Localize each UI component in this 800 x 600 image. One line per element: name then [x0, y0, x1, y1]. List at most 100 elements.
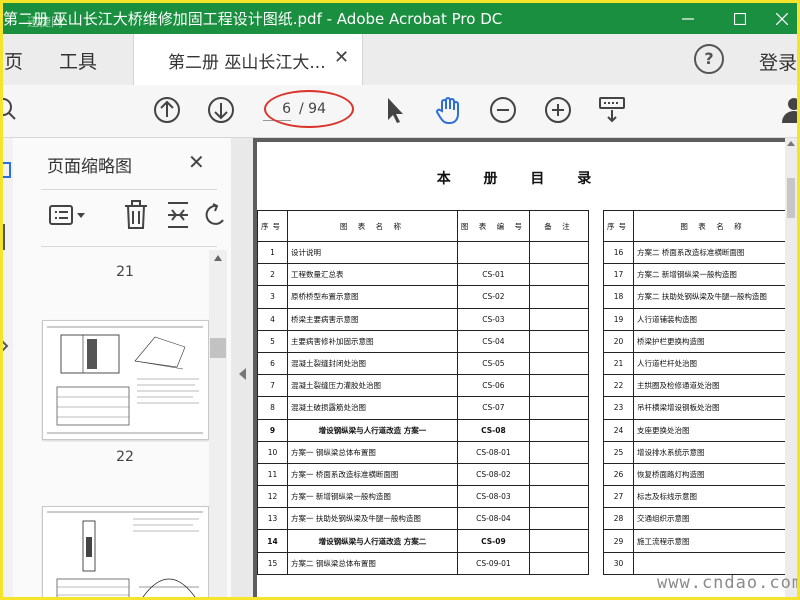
row-note: [528, 329, 590, 353]
panel-title: 页面缩略图: [47, 157, 132, 177]
row-number: 27: [603, 485, 634, 509]
row-note: [528, 307, 590, 331]
thumbnail-page[interactable]: [42, 506, 209, 597]
row-code: CS-08-02: [456, 462, 530, 487]
row-number: 20: [603, 329, 634, 353]
row-title: 主要病害修补加固示意图: [287, 329, 458, 353]
maximize-icon: [734, 12, 746, 25]
panel-divider-2: [41, 246, 217, 247]
row-number: 25: [603, 440, 634, 464]
thumbnail-drawing: [47, 511, 203, 597]
delete-page-icon[interactable]: [123, 200, 149, 230]
thumbnail-drawing: [47, 326, 203, 434]
contents-table-left: 序号 图 表 名 称 图 表 编 号 备 注 1 设计说明 2 工程数量汇总表 CS-0…: [257, 210, 590, 575]
app-window: 第二册 巫山长江大桥维修加固工程设计图纸.pdf - Adobe Acrobat…: [0, 0, 800, 600]
table-row: 18 方案二 扶助处钢纵梁及牛腿一般构造图: [603, 285, 793, 309]
select-cursor-icon[interactable]: [380, 95, 410, 125]
table-row: 25 增设排水系统示意图: [603, 440, 793, 464]
account-icon[interactable]: [779, 95, 800, 125]
panel-collapse-handle[interactable]: [231, 138, 253, 597]
zoom-out-icon[interactable]: [488, 95, 518, 125]
row-number: 11: [257, 462, 288, 487]
tab-tools[interactable]: 工具: [59, 47, 97, 74]
table-row: 24 支座更换处治图: [603, 418, 793, 442]
row-title: 方案二 扶助处钢纵梁及牛腿一般构造图: [633, 285, 793, 309]
row-number: 15: [257, 551, 288, 575]
hand-tool-icon[interactable]: [433, 95, 463, 125]
thumbnail-scroll-thumb[interactable]: [210, 338, 226, 358]
page-number-input[interactable]: [263, 98, 291, 121]
row-number: 4: [257, 307, 288, 331]
watermark-top: 迅捷网: [27, 15, 64, 29]
tab-home[interactable]: 主页: [3, 47, 23, 74]
row-note: [528, 529, 590, 553]
login-link[interactable]: 登录: [759, 48, 797, 75]
row-number: 16: [603, 240, 634, 265]
row-number: 22: [603, 374, 634, 398]
zoom-in-icon[interactable]: [543, 95, 573, 125]
table-row: 26 恢复桥面路灯构造图: [603, 462, 793, 487]
keyboard-icon[interactable]: [597, 95, 627, 125]
table-row: 1 设计说明: [257, 240, 590, 265]
header-seq: 序号: [603, 210, 634, 242]
maximize-button[interactable]: [717, 3, 763, 34]
pages-nav-icon[interactable]: [0, 162, 13, 180]
row-title: 人行道栏杆处治图: [633, 351, 793, 376]
tab-document[interactable]: 第二册 巫山长江大... ✕: [133, 34, 363, 85]
row-title: 原桥桥型布置示意图: [287, 285, 458, 309]
row-code: CS-08: [456, 418, 530, 442]
tab-bar: 主页 工具 第二册 巫山长江大... ✕ ? 登录: [3, 34, 797, 86]
row-title: 混凝土裂缝封闭处治图: [287, 351, 458, 376]
row-number: 10: [257, 440, 288, 464]
close-tab-icon[interactable]: ✕: [334, 47, 349, 68]
title-bar: 第二册 巫山长江大桥维修加固工程设计图纸.pdf - Adobe Acrobat…: [3, 3, 797, 34]
thumbnail-options-icon[interactable]: [49, 204, 89, 228]
row-number: 1: [257, 240, 288, 265]
scroll-up-icon[interactable]: [213, 254, 223, 262]
row-number: 30: [603, 551, 634, 575]
thumbnail-page[interactable]: [42, 320, 209, 440]
document-scroll-thumb[interactable]: [787, 178, 795, 218]
row-title: 增设排水系统示意图: [633, 440, 793, 464]
row-number: 8: [257, 396, 288, 420]
table-row: 27 标志及标线示意图: [603, 485, 793, 509]
row-title: 吊杆横梁增设钢板处治图: [633, 396, 793, 420]
row-number: 21: [603, 351, 634, 376]
row-code: CS-01: [456, 263, 530, 287]
document-scrollbar[interactable]: [785, 138, 797, 597]
panel-divider: [41, 189, 217, 190]
extract-page-icon[interactable]: [165, 201, 191, 229]
table-row: 21 人行道栏杆处治图: [603, 351, 793, 376]
row-title: 方案二 新增钢纵梁一般构造图: [633, 263, 793, 287]
table-row: 6 混凝土裂缝封闭处治图 CS-05: [257, 351, 590, 376]
row-number: 14: [257, 529, 288, 553]
row-title: 增设钢纵梁与人行道改造 方案二: [287, 529, 458, 553]
minimize-button[interactable]: [665, 3, 711, 34]
panel-close-icon[interactable]: ✕: [188, 150, 205, 174]
contents-table-right: 序号 图 表 名 称 16 方案二 桥面系改造标准横断面图 17 方案二 新增钢纵梁一…: [603, 210, 793, 575]
scroll-up-icon[interactable]: [787, 141, 795, 146]
row-code: CS-08-01: [456, 440, 530, 464]
row-note: [528, 551, 590, 575]
rotate-page-icon[interactable]: [205, 203, 225, 229]
row-code: CS-07: [456, 396, 530, 420]
table-row: 13 方案一 扶助处钢纵梁及牛腿一般构造图 CS-08-04: [257, 507, 590, 531]
row-title: 方案一 扶助处钢纵梁及牛腿一般构造图: [287, 507, 458, 531]
help-icon[interactable]: ?: [694, 44, 724, 74]
close-window-button[interactable]: [759, 3, 797, 34]
thumbnail-scrollbar[interactable]: [209, 250, 227, 597]
page-number-box: / 94: [261, 96, 345, 124]
row-title: 标志及标线示意图: [633, 485, 793, 509]
document-tab-label: 第二册 巫山长江大...: [168, 53, 326, 73]
next-page-icon[interactable]: [206, 95, 236, 125]
search-icon[interactable]: [0, 95, 23, 125]
attachment-nav-icon[interactable]: [0, 338, 13, 358]
watermark-bottom: www.cndao.com: [657, 573, 800, 593]
panel-toolbar: [41, 198, 231, 232]
previous-page-icon[interactable]: [152, 95, 182, 125]
row-number: 6: [257, 351, 288, 376]
row-code: CS-06: [456, 374, 530, 398]
row-number: 19: [603, 307, 634, 331]
bookmark-nav-icon[interactable]: [0, 224, 13, 250]
row-number: 23: [603, 396, 634, 420]
